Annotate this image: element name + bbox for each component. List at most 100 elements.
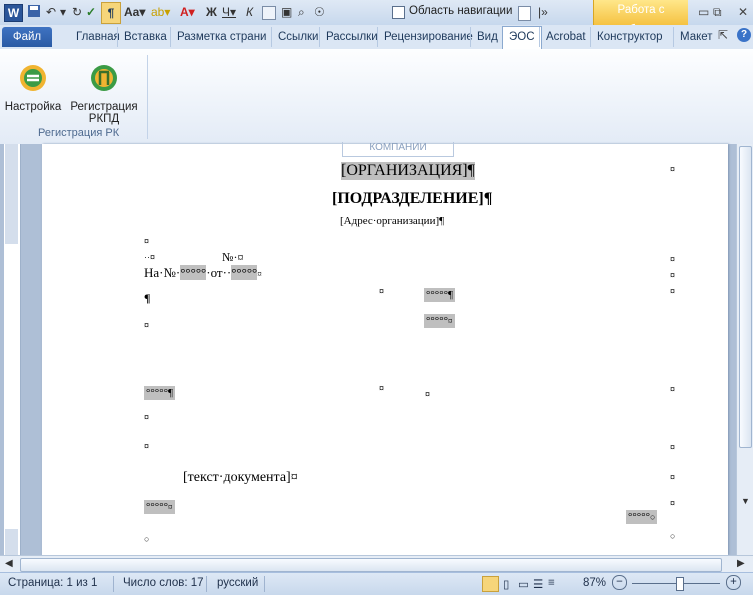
zoom-out-icon[interactable]: − [612,575,627,590]
tab-insert[interactable]: Вставка [117,27,173,47]
scroll-down-icon[interactable]: ▼ [741,496,750,506]
date-field[interactable]: °°°°°○ [626,510,658,524]
change-case-icon[interactable]: Aa▾ [124,4,145,20]
find-icon[interactable]: ⌕ [298,4,305,20]
nav-pane-label: Область навигации [409,5,513,17]
scrollbar-thumb[interactable] [739,146,752,448]
addressee-field-text: °°°°° [426,289,448,301]
cell-mark: ¤ [379,383,385,393]
executor-field-text: °°°°° [146,501,168,513]
word-count[interactable]: Число слов: 17 [123,577,204,589]
cell-mark: ¤ [670,254,676,264]
addressee-field-2[interactable]: °°°°°¤ [424,314,455,328]
zoom-level[interactable]: 87% [583,577,606,589]
register-label-1: Регистрация [70,101,138,113]
web-view-icon[interactable]: ▭ [518,577,529,591]
tab-file[interactable]: Файл [2,27,52,47]
status-bar: Страница: 1 из 1 Число слов: 17 русский … [0,572,753,595]
na-label: На·№· [144,265,181,280]
status-divider [264,576,265,592]
addressee-field[interactable]: °°°°°¶ [424,288,455,302]
find-glasses-icon[interactable]: ☉ [314,4,325,20]
ot-label: ·от·· [206,265,232,280]
tab-mailings[interactable]: Рассылки [319,27,384,47]
tab-layout[interactable]: Разметка страни [170,27,272,47]
horizontal-scroll-thumb[interactable] [20,558,722,572]
executor-field[interactable]: °°°°°¤ [144,500,175,514]
word-app-icon[interactable]: W [4,4,23,22]
cell-mark: ¤ [144,441,150,451]
cell-mark: ¤ [670,442,676,452]
org-address: [Адрес·организации]¶ [340,215,445,227]
cell-mark: ¤ [144,320,150,330]
quick-access-toolbar: W ↶ ▾ ↻ ✓ ¶ Aa▾ ab▾ A▾ Ж Ч▾ К ▣ ⌕ ☉ Обла… [0,0,753,36]
cell-mark: ¤ [670,286,676,296]
bold-icon[interactable]: Ж [206,4,217,20]
spelling-icon[interactable]: ✓ [86,4,96,20]
nav-pane-checkbox[interactable] [392,6,405,19]
insert-picture-icon[interactable]: ▣ [281,4,292,20]
restore-icon[interactable]: ⧉ [713,5,722,20]
font-color-icon[interactable]: A▾ [180,4,195,20]
italic-icon[interactable]: К [246,4,253,20]
ref-date-field[interactable]: °°°°° [231,265,258,280]
company-logo: КОМПАНИИ [342,142,454,157]
document-page[interactable]: КОМПАНИИ [ОРГАНИЗАЦИЯ]¶ [ПОДРАЗДЕЛЕНИЕ]¶… [42,142,728,555]
ribbon-collapse-icon[interactable]: ⇱ [718,28,728,42]
show-formatting-icon[interactable]: ¶ [101,2,121,24]
settings-icon [20,65,46,91]
context-tab-header: Работа с таблиц... [593,0,688,36]
cell-mark: ··¤ [144,252,155,262]
tab-review[interactable]: Рецензирование [377,27,479,47]
cell-mark: ¤ [670,164,676,174]
signer-field[interactable]: °°°°°¶ [144,386,175,400]
addressee-field-2-text: °°°°° [426,315,448,327]
zoom-in-icon[interactable]: + [726,575,741,590]
status-divider [113,576,114,592]
redo-icon[interactable]: ↻ [72,4,82,20]
page-icon[interactable] [518,6,531,21]
draft-view-icon[interactable]: ≡ [548,577,555,589]
minimize-ribbon-icon[interactable]: ▭ [698,5,709,19]
language[interactable]: русский [217,577,258,589]
page-count[interactable]: Страница: 1 из 1 [8,577,97,589]
tab-view[interactable]: Вид [470,27,504,47]
cell-mark: ¤ [379,286,385,296]
help-icon[interactable]: ? [737,28,751,42]
cell-mark: ○ [144,534,150,544]
status-divider [206,576,207,592]
tab-acrobat[interactable]: Acrobat [539,27,592,47]
more-commands-icon[interactable]: |» [538,4,548,20]
scroll-left-icon[interactable]: ◀ [5,558,13,569]
full-screen-view-icon[interactable]: ▯ [503,577,509,591]
zoom-slider-thumb[interactable] [676,577,684,591]
horizontal-scrollbar[interactable]: ◀ ▶ [0,555,753,573]
print-layout-view-icon[interactable] [482,576,499,592]
close-icon[interactable]: ✕ [738,5,748,19]
undo-dropdown-icon[interactable]: ▾ [60,4,66,20]
date-field-text: °°°°° [628,511,650,523]
tab-references[interactable]: Ссылки [271,27,325,47]
table-icon[interactable] [262,6,276,20]
underline-icon[interactable]: Ч▾ [222,4,236,20]
settings-label: Настройка [4,101,62,113]
tab-eos[interactable]: ЭОС [502,26,542,49]
ref-number-field[interactable]: °°°°° [180,265,207,280]
cell-mark: ¤ [144,236,150,246]
vertical-scrollbar[interactable]: ▼ [736,144,753,555]
number-label: №·¤ [222,250,244,264]
cell-mark: ¤ [670,384,676,394]
signer-field-text: °°°°° [146,387,168,399]
department-name: [ПОДРАЗДЕЛЕНИЕ]¶ [332,190,493,207]
save-icon[interactable] [27,4,41,20]
settings-button[interactable]: Настройка [4,63,62,113]
undo-icon[interactable]: ↶ [46,4,56,20]
register-button[interactable]: Регистрация РКПД [64,63,144,125]
highlight-icon[interactable]: ab▾ [151,4,170,20]
outline-view-icon[interactable]: ☰ [533,577,543,591]
document-body[interactable]: [текст·документа]¤ [183,470,298,486]
ribbon-tabs: Файл Главная Вставка Разметка страни Ссы… [0,25,753,50]
tab-layout-table[interactable]: Макет [673,27,719,47]
tab-constructor[interactable]: Конструктор [590,27,669,47]
scroll-right-icon[interactable]: ▶ [737,558,745,569]
